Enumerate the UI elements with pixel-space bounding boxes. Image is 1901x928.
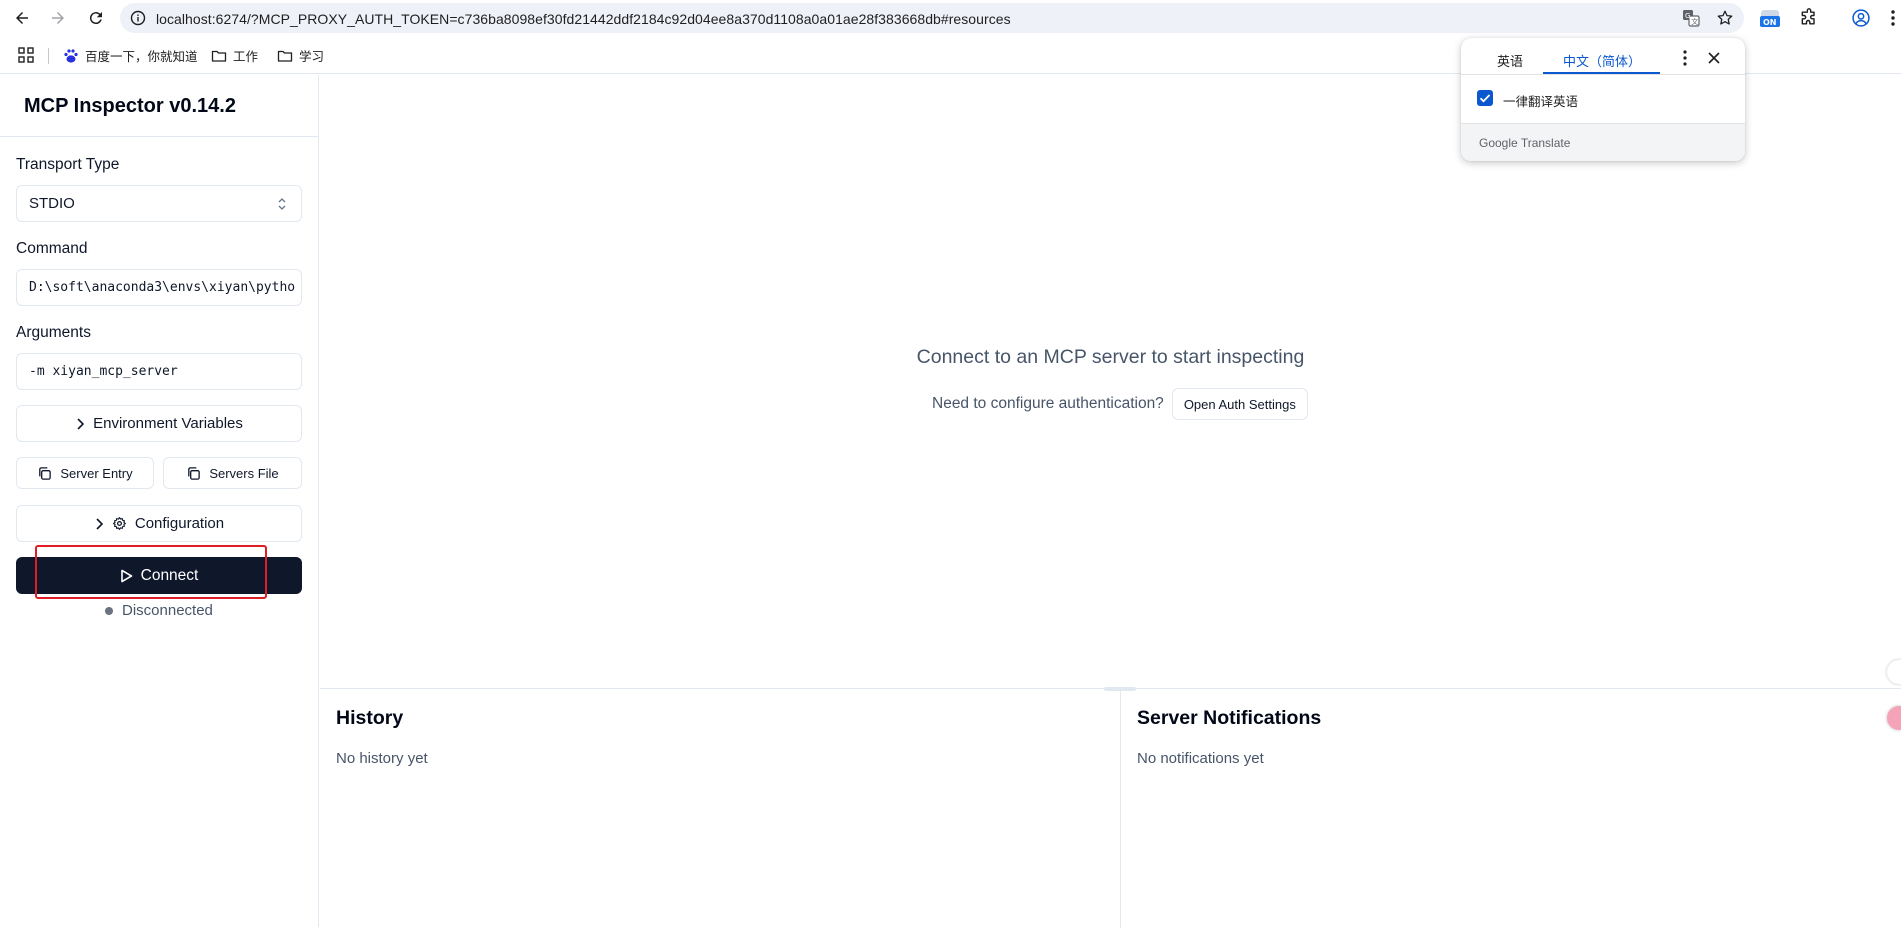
browser-menu-icon[interactable]: [1886, 7, 1900, 29]
command-input[interactable]: D:\soft\anaconda3\envs\xiyan\pytho: [16, 269, 302, 306]
connect-label: Connect: [140, 566, 199, 584]
bookmark-star-icon[interactable]: [1716, 9, 1734, 27]
translate-popup: 英语 中文（简体） 一律翻译英语 Google Translate: [1461, 38, 1745, 161]
checkmark-icon: [1479, 94, 1491, 103]
arguments-label: Arguments: [16, 324, 91, 341]
history-empty-text: No history yet: [336, 750, 428, 767]
address-bar[interactable]: localhost:6274/?MCP_PROXY_AUTH_TOKEN=c73…: [120, 3, 1744, 33]
back-icon[interactable]: [10, 6, 34, 30]
tab-divider: [1461, 74, 1745, 75]
server-entry-button[interactable]: Server Entry: [16, 457, 154, 489]
history-panel: History No history yet: [320, 689, 1120, 928]
environment-variables-button[interactable]: Environment Variables: [16, 405, 302, 442]
always-translate-checkbox[interactable]: [1477, 90, 1493, 106]
bookmark-label: 学习: [299, 50, 325, 64]
auth-prompt: Need to configure authentication?: [932, 395, 1164, 412]
browser-toolbar: localhost:6274/?MCP_PROXY_AUTH_TOKEN=c73…: [0, 0, 1901, 36]
tab-source-language[interactable]: 英语: [1497, 51, 1523, 70]
arguments-input[interactable]: -m xiyan_mcp_server: [16, 353, 302, 390]
command-label: Command: [16, 240, 88, 257]
connect-button[interactable]: Connect: [16, 557, 302, 594]
apps-grid-icon[interactable]: [18, 47, 40, 63]
empty-state-title: Connect to an MCP server to start inspec…: [916, 346, 1305, 368]
forward-icon[interactable]: [46, 6, 70, 30]
status-dot: [105, 606, 113, 615]
chevron-right-icon: [77, 417, 85, 430]
notifications-empty-text: No notifications yet: [1137, 750, 1264, 767]
transport-type-label: Transport Type: [16, 156, 120, 173]
servers-file-button[interactable]: Servers File: [163, 457, 302, 489]
tab-target-language[interactable]: 中文（简体）: [1563, 51, 1641, 70]
svg-text:ON: ON: [1763, 18, 1777, 27]
environment-variables-label: Environment Variables: [93, 415, 243, 432]
chevrons-up-down-icon: [278, 198, 286, 210]
bookmark-label: 百度一下，你就知道: [85, 50, 198, 64]
connection-status: Disconnected: [105, 602, 213, 619]
reload-icon[interactable]: [84, 6, 108, 30]
sidebar-divider: [0, 136, 319, 137]
copy-icon: [39, 466, 52, 480]
gear-icon: [112, 517, 126, 530]
server-entry-label: Server Entry: [60, 465, 133, 481]
svg-text:G: G: [1685, 12, 1690, 20]
always-translate-label[interactable]: 一律翻译英语: [1503, 91, 1578, 110]
transport-type-value: STDIO: [29, 195, 75, 212]
translate-popup-footer: Google Translate: [1461, 123, 1745, 161]
more-options-icon[interactable]: [1677, 49, 1693, 67]
baidu-icon: [64, 48, 78, 63]
close-icon[interactable]: [1707, 51, 1721, 65]
translate-icon[interactable]: G 文: [1682, 9, 1700, 27]
bookmark-folder-work[interactable]: 工作: [211, 46, 258, 65]
servers-file-label: Servers File: [209, 465, 279, 481]
profile-icon[interactable]: [1850, 7, 1872, 29]
extension-on-icon[interactable]: ON: [1759, 7, 1781, 29]
history-title: History: [336, 707, 404, 729]
bookmark-label: 工作: [233, 50, 259, 64]
configuration-label: Configuration: [134, 515, 225, 532]
bookmarks-separator: [48, 48, 49, 64]
extensions-puzzle-icon[interactable]: [1798, 7, 1820, 29]
folder-icon: [211, 50, 227, 62]
server-notifications-panel: Server Notifications No notifications ye…: [1121, 689, 1901, 928]
arguments-value: -m xiyan_mcp_server: [29, 364, 178, 379]
url-text[interactable]: localhost:6274/?MCP_PROXY_AUTH_TOKEN=c73…: [156, 11, 1011, 27]
auth-row: Need to configure authentication? Open A…: [932, 388, 1308, 420]
folder-icon: [277, 50, 293, 62]
bookmark-baidu[interactable]: 百度一下，你就知道: [63, 46, 198, 65]
transport-type-select[interactable]: STDIO: [16, 185, 302, 222]
open-auth-settings-button[interactable]: Open Auth Settings: [1171, 388, 1308, 420]
main-content: Connect to an MCP server to start inspec…: [320, 75, 1901, 688]
app-title: MCP Inspector v0.14.2: [24, 95, 236, 117]
configuration-button[interactable]: Configuration: [16, 505, 302, 542]
bookmark-folder-study[interactable]: 学习: [277, 46, 324, 65]
svg-text:文: 文: [1691, 17, 1698, 26]
copy-icon: [188, 466, 201, 480]
command-value: D:\soft\anaconda3\envs\xiyan\pytho: [29, 280, 296, 295]
site-info-icon[interactable]: [130, 10, 146, 26]
sidebar: MCP Inspector v0.14.2 Transport Type STD…: [0, 75, 319, 927]
google-translate-brand: Google Translate: [1479, 136, 1571, 150]
bottom-panels: History No history yet Server Notificati…: [320, 688, 1901, 928]
play-icon: [120, 569, 132, 582]
chevron-right-icon: [96, 517, 104, 530]
server-notifications-title: Server Notifications: [1137, 707, 1322, 729]
status-text: Disconnected: [122, 602, 213, 619]
